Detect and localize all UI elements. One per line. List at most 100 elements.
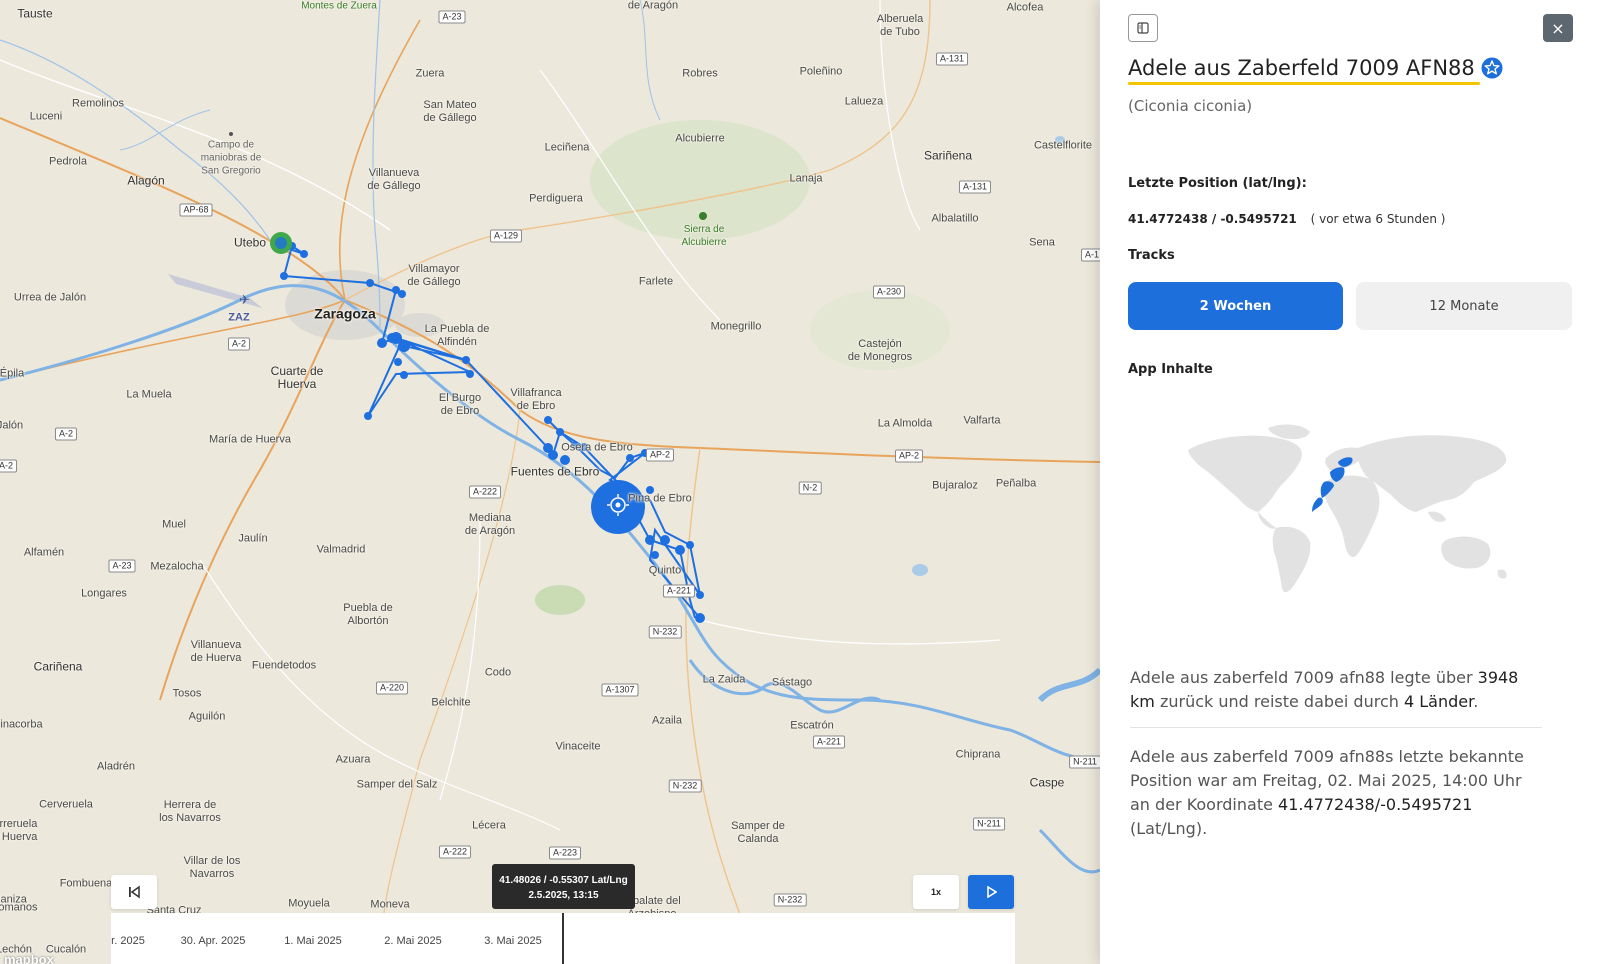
world-map-overview (1188, 424, 1507, 593)
road-shield: A-222 (438, 845, 472, 859)
animal-name: Adele aus Zaberfeld 7009 AFN88 (1128, 56, 1475, 80)
place-label: Samper del Salz (356, 778, 438, 791)
place-label: Vinaceite (555, 740, 601, 753)
place-label: Moneva (370, 898, 410, 911)
place-label: Belchite (431, 696, 471, 709)
road-shield: A-220 (375, 681, 409, 695)
place-label: Peñalba (995, 477, 1037, 490)
tracks-2-weeks-button[interactable]: 2 Wochen (1128, 282, 1343, 330)
place-label: Tauste (17, 6, 53, 21)
road-shield: A-23 (108, 559, 136, 573)
road-shield: A-1307 (601, 683, 639, 697)
summary-text: Adele aus zaberfeld 7009 afn88 legte übe… (1130, 668, 1478, 687)
tracks-12-months-button[interactable]: 12 Monate (1356, 282, 1572, 330)
place-label: Quinto (648, 564, 682, 577)
close-icon: × (1551, 18, 1565, 38)
road-shield: A-230 (872, 285, 906, 299)
road-shield: N-211 (973, 817, 1005, 831)
track-points (280, 242, 705, 623)
place-label: Alfamén (23, 546, 65, 559)
place-label: Albalatillo (931, 212, 979, 225)
place-label: Samper de Calanda (731, 820, 785, 845)
road-shield: A-221 (812, 735, 846, 749)
place-label: La Muela (126, 388, 172, 401)
road-shield: A-1 (1080, 248, 1100, 262)
species-name: (Ciconia ciconia) (1128, 97, 1253, 115)
place-label: Codo (484, 666, 512, 679)
mapbox-logo[interactable]: mapbox (4, 952, 54, 964)
park-icon (699, 212, 707, 220)
place-label: Villamayor de Gállego (407, 263, 461, 288)
rewind-button[interactable] (111, 875, 157, 909)
place-label: Montes de Zuera (301, 0, 377, 12)
place-label: La Almolda (877, 417, 933, 430)
close-button[interactable]: × (1543, 14, 1573, 42)
airport-icon: ✈ (239, 293, 250, 308)
place-label: Villar de los Navarros (183, 855, 241, 880)
road-shield: AP-2 (645, 448, 675, 462)
position-value: 41.4772438 / -0.5495721 (1128, 212, 1297, 226)
tooltip-date: 2.5.2025, 13:15 (528, 890, 599, 901)
current-position-marker[interactable] (591, 480, 645, 534)
place-label: Chiprana (955, 748, 1001, 761)
place-label: Cerveruela (39, 798, 93, 811)
place-label: Remolinos (72, 97, 124, 110)
summary-text: (Lat/Lng). (1130, 819, 1208, 838)
last-coordinate-value: 41.4772438/-0.5495721 (1278, 795, 1473, 814)
sidebar-toggle-icon (1137, 22, 1149, 34)
place-label: Herrera de los Navarros (159, 799, 221, 824)
map-view[interactable]: ✈ Tauste Montes de Zuera de Aragón Alberuel… (0, 0, 1100, 964)
place-label: Lécera (472, 819, 506, 832)
timeline[interactable]: r. 2025 30. Apr. 2025 1. Mai 2025 2. Mai… (111, 913, 1015, 964)
place-label: La Zaida (702, 673, 746, 686)
place-label: Mediana de Aragón (464, 512, 516, 537)
details-panel: × Adele aus Zaberfeld 7009 AFN88 (Ciconi… (1100, 0, 1599, 964)
place-label: Zuera (415, 67, 445, 80)
place-label: Aguilón (188, 710, 226, 723)
animal-title: Adele aus Zaberfeld 7009 AFN88 (1128, 56, 1503, 80)
speed-button[interactable]: 1x (913, 875, 959, 909)
place-label: Caspe (1029, 775, 1065, 790)
position-age: ( vor etwa 6 Stunden ) (1310, 212, 1446, 226)
place-label: Luceni (29, 110, 63, 123)
place-label: Zaragoza (314, 305, 376, 322)
place-label: ZAZ (228, 311, 250, 324)
road-shield: A-23 (438, 10, 466, 24)
app-root: ✈ Tauste Montes de Zuera de Aragón Alberuel… (0, 0, 1599, 964)
collapse-panel-button[interactable] (1128, 14, 1158, 42)
road-shield: A-2 (227, 337, 251, 351)
place-label: Fombuena (59, 877, 113, 890)
place-label: Fuentes de Ebro (510, 464, 600, 479)
summary-text: zurück und reiste dabei durch (1154, 692, 1404, 711)
place-label: Castelflorite (1033, 139, 1093, 152)
place-label: Sástago (771, 676, 813, 689)
track-path (274, 243, 701, 619)
place-label: Monegrillo (710, 320, 762, 333)
place-label: Azuara (335, 753, 371, 766)
place-label: Osera de Ebro (561, 441, 633, 454)
start-marker[interactable] (270, 232, 292, 254)
title-underline (1128, 82, 1480, 85)
place-label: Sariñena (923, 148, 973, 163)
play-button[interactable] (968, 875, 1014, 909)
road-shield: N-232 (773, 893, 807, 907)
place-label: Lalueza (844, 95, 884, 108)
place-label: Fuendetodos (251, 659, 317, 672)
place-label: Encinacorba (0, 718, 43, 731)
road-shield: N-232 (668, 779, 702, 793)
road-shield: N-211 (1069, 755, 1100, 769)
divider (1130, 727, 1542, 728)
tracks-label: Tracks (1128, 248, 1175, 263)
road-shield: A-2 (54, 427, 78, 441)
place-label: Cuarte de Huerva (270, 364, 324, 391)
place-label: Villafranca de Ebro (510, 387, 562, 412)
place-label: Lanaja (789, 172, 823, 185)
position-label: Letzte Position (lat/lng): (1128, 176, 1307, 191)
place-label: de Aragón (627, 0, 679, 12)
place-label: Sena (1029, 236, 1055, 249)
poi-dot-icon (229, 132, 233, 136)
place-label: Villanueva de Huerva (190, 639, 242, 664)
place-label: Urrea de Jalón (13, 291, 87, 304)
timeline-cursor[interactable] (562, 913, 564, 964)
place-label: Alcofea (1006, 1, 1044, 14)
